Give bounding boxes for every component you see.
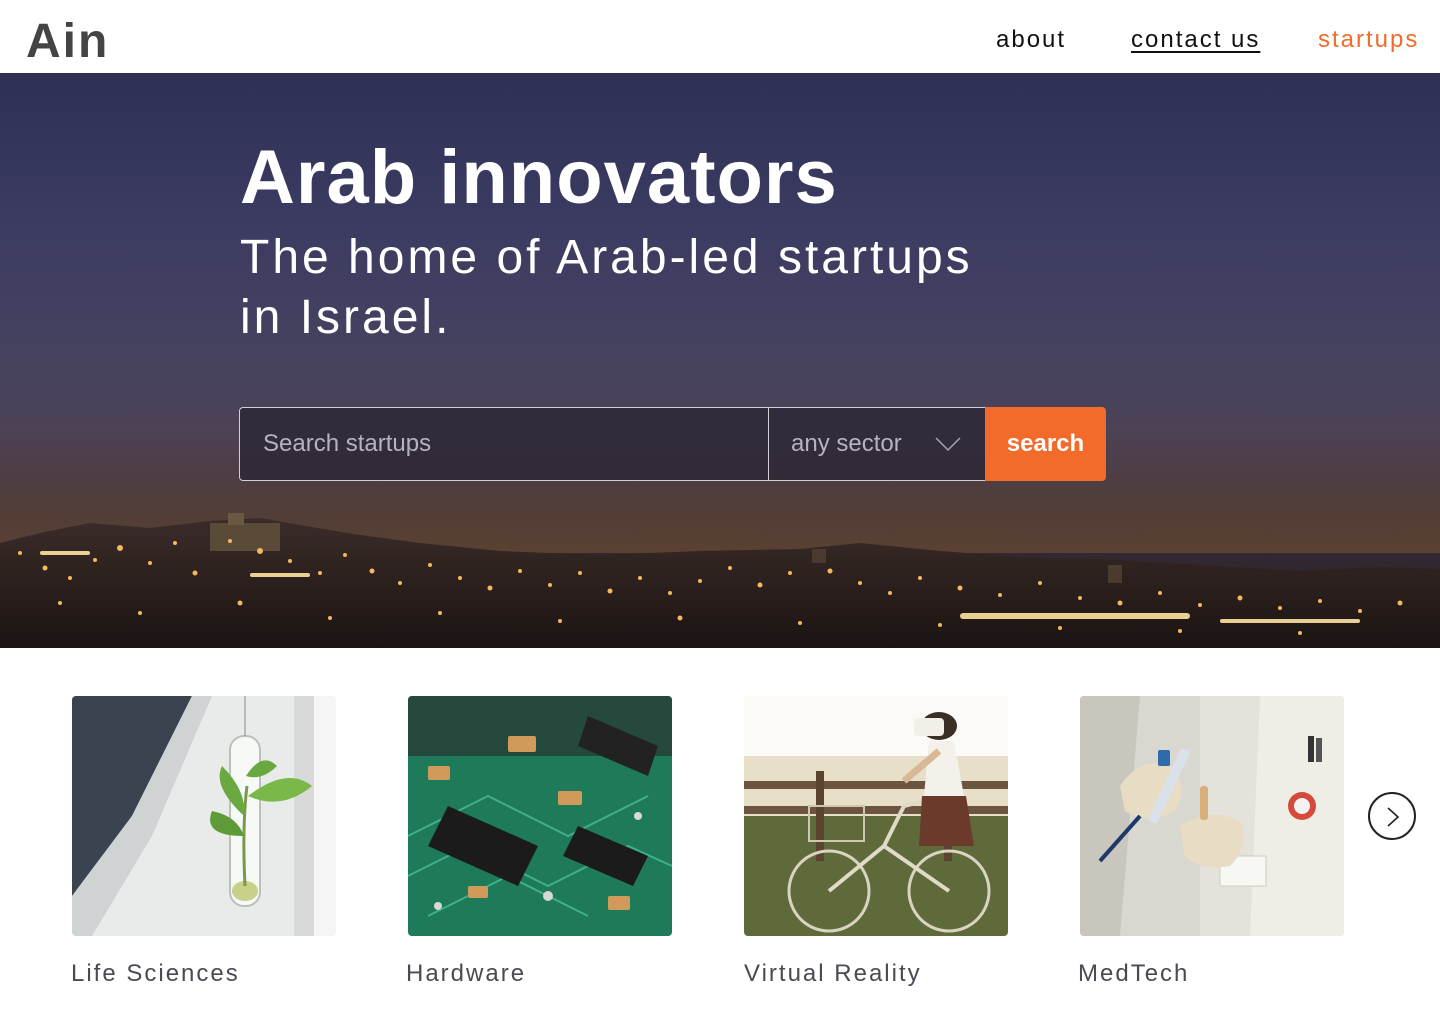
sector-card-medtech[interactable]: MedTech (1078, 696, 1344, 987)
nav-startups-link[interactable]: startups (1318, 24, 1419, 56)
carousel-next-button[interactable] (1368, 792, 1416, 840)
hero-title: Arab innovators (240, 135, 838, 220)
lab-coat-pipette-image (1080, 696, 1344, 936)
sector-name: Virtual Reality (744, 960, 922, 987)
sector-name: Life Sciences (71, 960, 240, 987)
sector-card-hardware[interactable]: Hardware (406, 696, 672, 987)
sector-image-life-sciences (72, 696, 336, 936)
sector-name: Hardware (406, 960, 527, 987)
plant-in-test-tube-image (72, 696, 336, 936)
sector-image-hardware (408, 696, 672, 936)
vr-headset-bicycle-image (744, 696, 1008, 936)
site-logo[interactable]: Ain (26, 14, 109, 70)
nav-contact-link[interactable]: contact us (1131, 24, 1260, 56)
search-button[interactable]: search (985, 407, 1106, 481)
startup-search-form: any sector search (239, 407, 1106, 481)
hero-subtitle: The home of Arab-led startups in Israel. (240, 228, 1040, 348)
sector-image-medtech (1080, 696, 1344, 936)
chevron-down-icon (935, 437, 961, 452)
sector-name: MedTech (1078, 960, 1190, 987)
chevron-right-icon (1387, 807, 1400, 827)
site-header: Ain about contact us startups (0, 0, 1440, 73)
hero-subtitle-line-2: in Israel. (240, 291, 452, 344)
sector-dropdown[interactable]: any sector (768, 407, 986, 481)
search-input[interactable] (239, 407, 769, 481)
sector-card-virtual-reality[interactable]: Virtual Reality (744, 696, 1008, 987)
hero-subtitle-line-1: The home of Arab-led startups (240, 231, 973, 284)
nav-about-link[interactable]: about (996, 24, 1066, 56)
hero-banner: Arab innovators The home of Arab-led sta… (0, 73, 1440, 648)
sector-dropdown-value: any sector (791, 430, 902, 457)
sector-image-virtual-reality (744, 696, 1008, 936)
sector-card-life-sciences[interactable]: Life Sciences (71, 696, 336, 987)
circuit-board-image (408, 696, 672, 936)
